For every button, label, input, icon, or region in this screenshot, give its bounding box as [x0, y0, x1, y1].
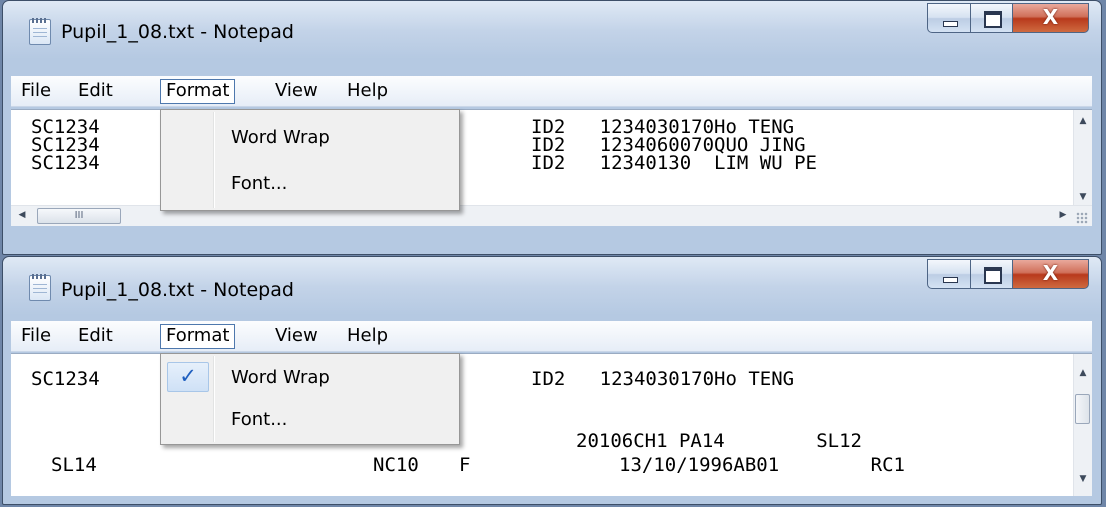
- title-bar[interactable]: Pupil_1_08.txt - Notepad X: [3, 257, 1101, 309]
- minimize-icon: [943, 277, 958, 283]
- format-dropdown-menu: Word Wrap Font...: [160, 109, 460, 211]
- window-title: Pupil_1_08.txt - Notepad: [61, 279, 294, 301]
- menu-item-label: Word Wrap: [231, 367, 330, 388]
- scroll-up-arrow-icon[interactable]: ▲: [1074, 116, 1092, 126]
- menu-view[interactable]: View: [275, 79, 318, 104]
- maximize-icon: [984, 267, 1002, 284]
- minimize-icon: [943, 21, 958, 27]
- text-line-3-right: 13/10/1996AB01 RC1: [619, 454, 905, 476]
- vertical-scrollbar[interactable]: ▲ ▼: [1073, 354, 1092, 496]
- menu-item-label: Font...: [231, 173, 288, 194]
- text-line-3-left: SL14: [51, 454, 97, 476]
- menu-bar: File Edit Format View Help: [11, 76, 1092, 107]
- menu-item-word-wrap[interactable]: Word Wrap: [164, 120, 456, 154]
- caption-buttons: X: [927, 259, 1089, 289]
- menu-item-font[interactable]: Font...: [164, 402, 456, 436]
- close-icon: X: [1042, 261, 1059, 285]
- menu-item-label: Word Wrap: [231, 127, 330, 148]
- close-button[interactable]: X: [1013, 3, 1089, 33]
- caption-buttons: X: [927, 3, 1089, 33]
- notepad-window-bottom: Pupil_1_08.txt - Notepad X File Edit For…: [2, 256, 1102, 505]
- menu-item-word-wrap[interactable]: ✓ Word Wrap: [164, 360, 456, 394]
- scroll-down-arrow-icon[interactable]: ▼: [1074, 474, 1092, 484]
- menu-help[interactable]: Help: [347, 324, 388, 349]
- notepad-window-top: Pupil_1_08.txt - Notepad X File Edit For…: [2, 0, 1102, 255]
- text-line-1-right: ID2 1234030170Ho TENG: [531, 368, 795, 390]
- close-icon: X: [1042, 5, 1059, 29]
- menu-item-label: Font...: [231, 409, 288, 430]
- menu-format[interactable]: Format: [160, 79, 236, 104]
- scroll-up-arrow-icon[interactable]: ▲: [1074, 368, 1092, 378]
- text-line-3-mid: NC10: [373, 454, 419, 476]
- minimize-button[interactable]: [927, 3, 971, 33]
- menu-format[interactable]: Format: [160, 324, 236, 349]
- vertical-scroll-thumb[interactable]: [1075, 394, 1090, 424]
- menu-edit[interactable]: Edit: [78, 324, 113, 349]
- window-title: Pupil_1_08.txt - Notepad: [61, 21, 294, 43]
- scroll-right-arrow-icon[interactable]: ▶: [1054, 210, 1072, 220]
- maximize-button[interactable]: [971, 259, 1013, 289]
- close-button[interactable]: X: [1013, 259, 1089, 289]
- text-line-1-left: SC1234: [31, 368, 100, 390]
- horizontal-scroll-thumb[interactable]: III: [37, 208, 121, 224]
- scroll-down-arrow-icon[interactable]: ▼: [1074, 192, 1092, 202]
- title-bar[interactable]: Pupil_1_08.txt - Notepad X: [3, 1, 1101, 53]
- maximize-icon: [984, 11, 1002, 28]
- text-line-3-left: SC1234: [31, 152, 100, 174]
- menu-help[interactable]: Help: [347, 79, 388, 104]
- checkmark-icon: ✓: [167, 362, 209, 392]
- menu-edit[interactable]: Edit: [78, 79, 113, 104]
- text-line-3-right: ID2 12340130 LIM WU PE: [531, 152, 817, 174]
- menu-view[interactable]: View: [275, 324, 318, 349]
- minimize-button[interactable]: [927, 259, 971, 289]
- scroll-left-arrow-icon[interactable]: ◀: [13, 210, 31, 220]
- notepad-app-icon[interactable]: [29, 18, 51, 45]
- menu-item-font[interactable]: Font...: [164, 166, 456, 200]
- vertical-scrollbar[interactable]: ▲ ▼: [1073, 110, 1092, 206]
- resize-grip-icon[interactable]: [1076, 212, 1088, 224]
- menu-file[interactable]: File: [21, 324, 51, 349]
- notepad-app-icon[interactable]: [29, 274, 51, 301]
- text-line-2-right: 20106CH1 PA14 SL12: [576, 430, 862, 452]
- maximize-button[interactable]: [971, 3, 1013, 33]
- format-dropdown-menu: ✓ Word Wrap Font...: [160, 353, 460, 445]
- text-line-3-mid2: F: [459, 454, 471, 476]
- menu-bar: File Edit Format View Help: [11, 321, 1092, 352]
- menu-file[interactable]: File: [21, 79, 51, 104]
